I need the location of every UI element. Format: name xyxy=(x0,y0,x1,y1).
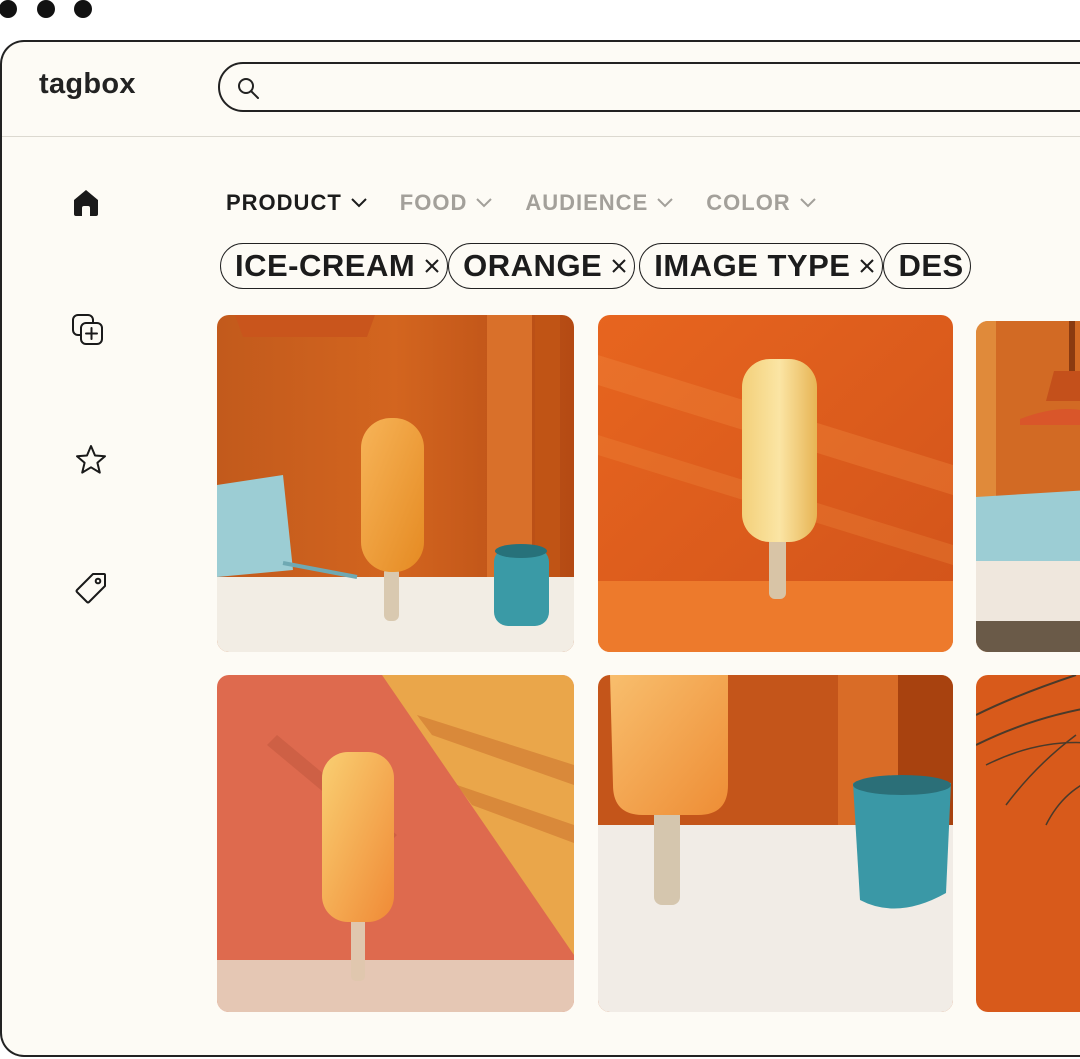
search-bar[interactable] xyxy=(218,62,1080,112)
chevron-down-icon xyxy=(351,198,367,208)
image-card[interactable] xyxy=(217,675,574,1012)
image-card[interactable] xyxy=(976,321,1080,652)
close-icon[interactable] xyxy=(858,257,876,275)
image-card[interactable] xyxy=(598,675,953,1012)
sidebar xyxy=(2,136,182,1036)
chevron-down-icon xyxy=(799,198,816,208)
sidebar-item-add-collection[interactable] xyxy=(70,312,106,348)
tag-chip-orange[interactable]: ORANGE xyxy=(448,243,636,289)
sidebar-item-tags[interactable] xyxy=(73,570,109,606)
logo[interactable]: tagbox xyxy=(39,68,136,101)
filter-label: COLOR xyxy=(706,190,791,215)
tag-chip-ice-cream[interactable]: ICE-CREAM xyxy=(220,243,449,289)
tag-chip-label: IMAGE TYPE xyxy=(654,248,851,283)
lamp-chair-image xyxy=(976,321,1080,652)
window-controls xyxy=(0,0,100,20)
sidebar-item-favorites[interactable] xyxy=(73,442,109,478)
filter-food[interactable]: FOOD xyxy=(400,188,494,218)
chevron-down-icon xyxy=(657,198,673,208)
star-icon xyxy=(76,445,106,474)
tag-icon xyxy=(75,573,106,604)
home-icon xyxy=(74,190,98,216)
tag-chip-label: DES xyxy=(898,248,964,283)
window-dot-icon[interactable] xyxy=(37,0,55,18)
image-card[interactable] xyxy=(598,315,953,652)
close-icon[interactable] xyxy=(610,257,628,275)
filter-product[interactable]: PRODUCT xyxy=(226,188,368,218)
search-icon xyxy=(238,78,259,99)
chevron-down-icon xyxy=(476,198,493,208)
popsicle-image xyxy=(598,675,953,1012)
filter-color[interactable]: COLOR xyxy=(706,188,816,218)
search-input[interactable] xyxy=(272,70,1076,106)
tag-chip-des[interactable]: DES xyxy=(883,243,971,289)
filter-bar: PRODUCT FOOD AUDIENCE COLOR xyxy=(226,188,849,218)
filter-audience[interactable]: AUDIENCE xyxy=(525,188,674,218)
active-tags: ICE-CREAM ORANGE IMAGE TYPE DES xyxy=(220,243,971,289)
filter-label: AUDIENCE xyxy=(525,190,649,215)
tag-chip-label: ORANGE xyxy=(463,248,603,283)
filter-label: PRODUCT xyxy=(226,190,342,215)
window-dot-icon[interactable] xyxy=(0,0,17,18)
popsicle-image xyxy=(217,675,574,1012)
filter-label: FOOD xyxy=(399,190,468,215)
image-card[interactable] xyxy=(217,315,574,652)
top-bar: tagbox xyxy=(2,42,1080,137)
popsicle-image xyxy=(598,315,953,652)
popsicle-image xyxy=(217,315,574,652)
close-icon[interactable] xyxy=(423,257,441,275)
add-collection-icon xyxy=(72,314,103,345)
image-card[interactable] xyxy=(976,675,1080,1012)
window-dot-icon[interactable] xyxy=(74,0,92,18)
sidebar-item-home[interactable] xyxy=(68,184,104,220)
plant-image xyxy=(976,675,1080,1012)
app-window: tagbox PRODUCT FOOD AUDIENCE COLOR ICE-C… xyxy=(0,40,1080,1057)
tag-chip-label: ICE-CREAM xyxy=(235,248,416,283)
tag-chip-image-type[interactable]: IMAGE TYPE xyxy=(639,243,884,289)
